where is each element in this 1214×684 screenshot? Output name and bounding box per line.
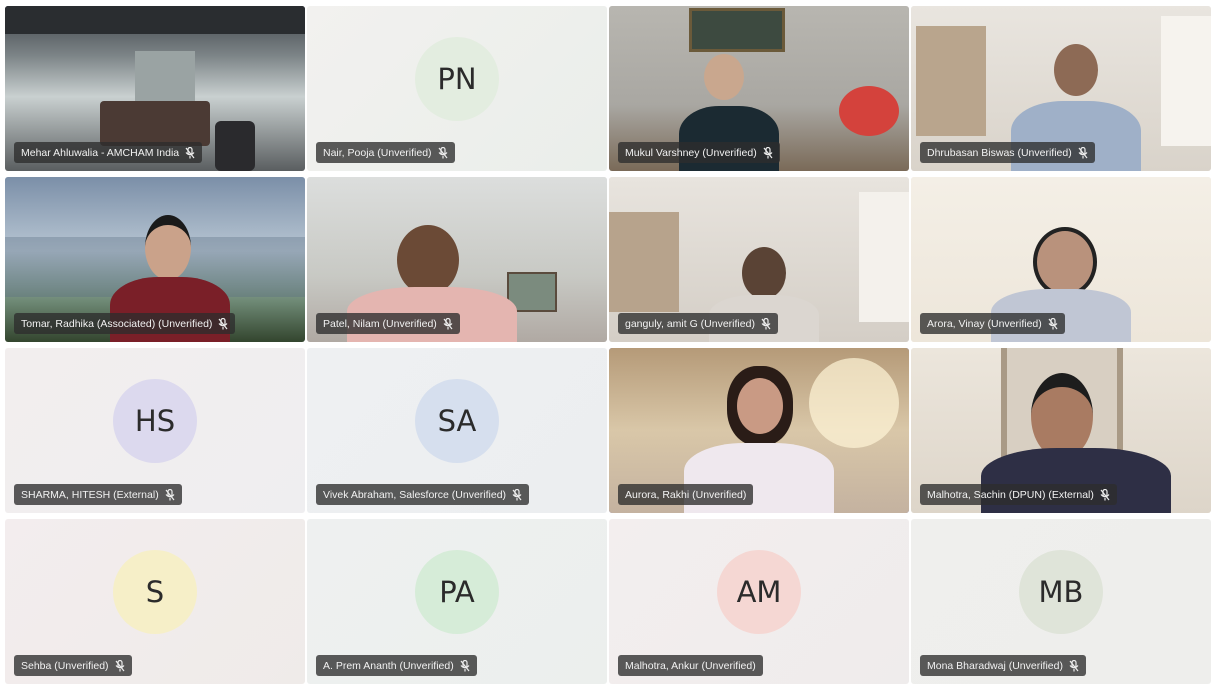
participant-avatar: PN — [415, 36, 499, 121]
microphone-muted-icon — [165, 488, 175, 501]
microphone-muted-icon — [761, 317, 771, 330]
participant-nameplate: A. Prem Ananth (Unverified) — [316, 655, 477, 676]
participant-nameplate: Malhotra, Sachin (DPUN) (External) — [920, 484, 1117, 505]
participant-tile[interactable]: Arora, Vinay (Unverified) — [911, 177, 1211, 342]
participant-name: Mukul Varshney (Unverified) — [625, 146, 757, 159]
participant-tile[interactable]: ganguly, amit G (Unverified) — [609, 177, 909, 342]
participant-tile[interactable]: PN Nair, Pooja (Unverified) — [307, 6, 607, 171]
participant-tile[interactable]: Malhotra, Sachin (DPUN) (External) — [911, 348, 1211, 513]
participant-nameplate: Sehba (Unverified) — [14, 655, 132, 676]
participant-nameplate: Mona Bharadwaj (Unverified) — [920, 655, 1086, 676]
participant-name: Mona Bharadwaj (Unverified) — [927, 659, 1063, 672]
participant-tile[interactable]: S Sehba (Unverified) — [5, 519, 305, 684]
participant-tile[interactable]: MB Mona Bharadwaj (Unverified) — [911, 519, 1211, 684]
participant-avatar: PA — [415, 549, 499, 634]
participant-name: Sehba (Unverified) — [21, 659, 109, 672]
participant-name: Vivek Abraham, Salesforce (Unverified) — [323, 488, 507, 501]
participant-tile[interactable]: Dhrubasan Biswas (Unverified) — [911, 6, 1211, 171]
participant-nameplate: Patel, Nilam (Unverified) — [316, 313, 460, 334]
participant-avatar: HS — [113, 378, 197, 463]
participant-nameplate: Tomar, Radhika (Associated) (Unverified) — [14, 313, 236, 334]
microphone-muted-icon — [1100, 488, 1110, 501]
participant-name: Nair, Pooja (Unverified) — [323, 146, 432, 159]
participant-tile[interactable]: Mukul Varshney (Unverified) — [609, 6, 909, 171]
microphone-muted-icon — [443, 317, 453, 330]
participant-avatar: MB — [1019, 549, 1103, 634]
participant-tile[interactable]: HS SHARMA, HITESH (External) — [5, 348, 305, 513]
microphone-muted-icon — [438, 146, 448, 159]
participant-name: A. Prem Ananth (Unverified) — [323, 659, 454, 672]
participant-name: SHARMA, HITESH (External) — [21, 488, 159, 501]
participant-nameplate: Vivek Abraham, Salesforce (Unverified) — [316, 484, 530, 505]
microphone-muted-icon — [218, 317, 228, 330]
microphone-muted-icon — [460, 659, 470, 672]
microphone-muted-icon — [1048, 317, 1058, 330]
participant-name: Aurora, Rakhi (Unverified) — [625, 488, 747, 501]
participant-tile[interactable]: Patel, Nilam (Unverified) — [307, 177, 607, 342]
participant-nameplate: Arora, Vinay (Unverified) — [920, 313, 1065, 334]
participant-name: Tomar, Radhika (Associated) (Unverified) — [21, 317, 213, 330]
participant-name: Patel, Nilam (Unverified) — [323, 317, 437, 330]
participant-tile[interactable]: SA Vivek Abraham, Salesforce (Unverified… — [307, 348, 607, 513]
participant-name: Malhotra, Ankur (Unverified) — [625, 659, 756, 672]
participant-tile-active-speaker[interactable]: Aurora, Rakhi (Unverified) — [609, 348, 909, 513]
participant-nameplate: ganguly, amit G (Unverified) — [618, 313, 778, 334]
video-grid: Mehar Ahluwalia - AMCHAM India PN Nair, … — [5, 6, 1211, 684]
participant-nameplate: Aurora, Rakhi (Unverified) — [618, 484, 754, 505]
participant-name: Mehar Ahluwalia - AMCHAM India — [21, 146, 180, 159]
participant-name: ganguly, amit G (Unverified) — [625, 317, 755, 330]
microphone-muted-icon — [185, 146, 195, 159]
participant-tile[interactable]: PA A. Prem Ananth (Unverified) — [307, 519, 607, 684]
participant-nameplate: Nair, Pooja (Unverified) — [316, 142, 455, 163]
participant-name: Arora, Vinay (Unverified) — [927, 317, 1042, 330]
participant-tile[interactable]: Tomar, Radhika (Associated) (Unverified) — [5, 177, 305, 342]
participant-nameplate: SHARMA, HITESH (External) — [14, 484, 182, 505]
participant-tile[interactable]: AM Malhotra, Ankur (Unverified) — [609, 519, 909, 684]
microphone-muted-icon — [763, 146, 773, 159]
microphone-muted-icon — [512, 488, 522, 501]
participant-tile[interactable]: Mehar Ahluwalia - AMCHAM India — [5, 6, 305, 171]
microphone-muted-icon — [1078, 146, 1088, 159]
microphone-muted-icon — [1069, 659, 1079, 672]
microphone-muted-icon — [115, 659, 125, 672]
participant-name: Malhotra, Sachin (DPUN) (External) — [927, 488, 1094, 501]
participant-avatar: SA — [415, 378, 499, 463]
participant-nameplate: Dhrubasan Biswas (Unverified) — [920, 142, 1095, 163]
participant-avatar: S — [113, 549, 197, 634]
participant-avatar: AM — [717, 549, 801, 634]
participant-name: Dhrubasan Biswas (Unverified) — [927, 146, 1072, 159]
participant-nameplate: Mukul Varshney (Unverified) — [618, 142, 780, 163]
participant-nameplate: Malhotra, Ankur (Unverified) — [618, 655, 763, 676]
participant-nameplate: Mehar Ahluwalia - AMCHAM India — [14, 142, 203, 163]
